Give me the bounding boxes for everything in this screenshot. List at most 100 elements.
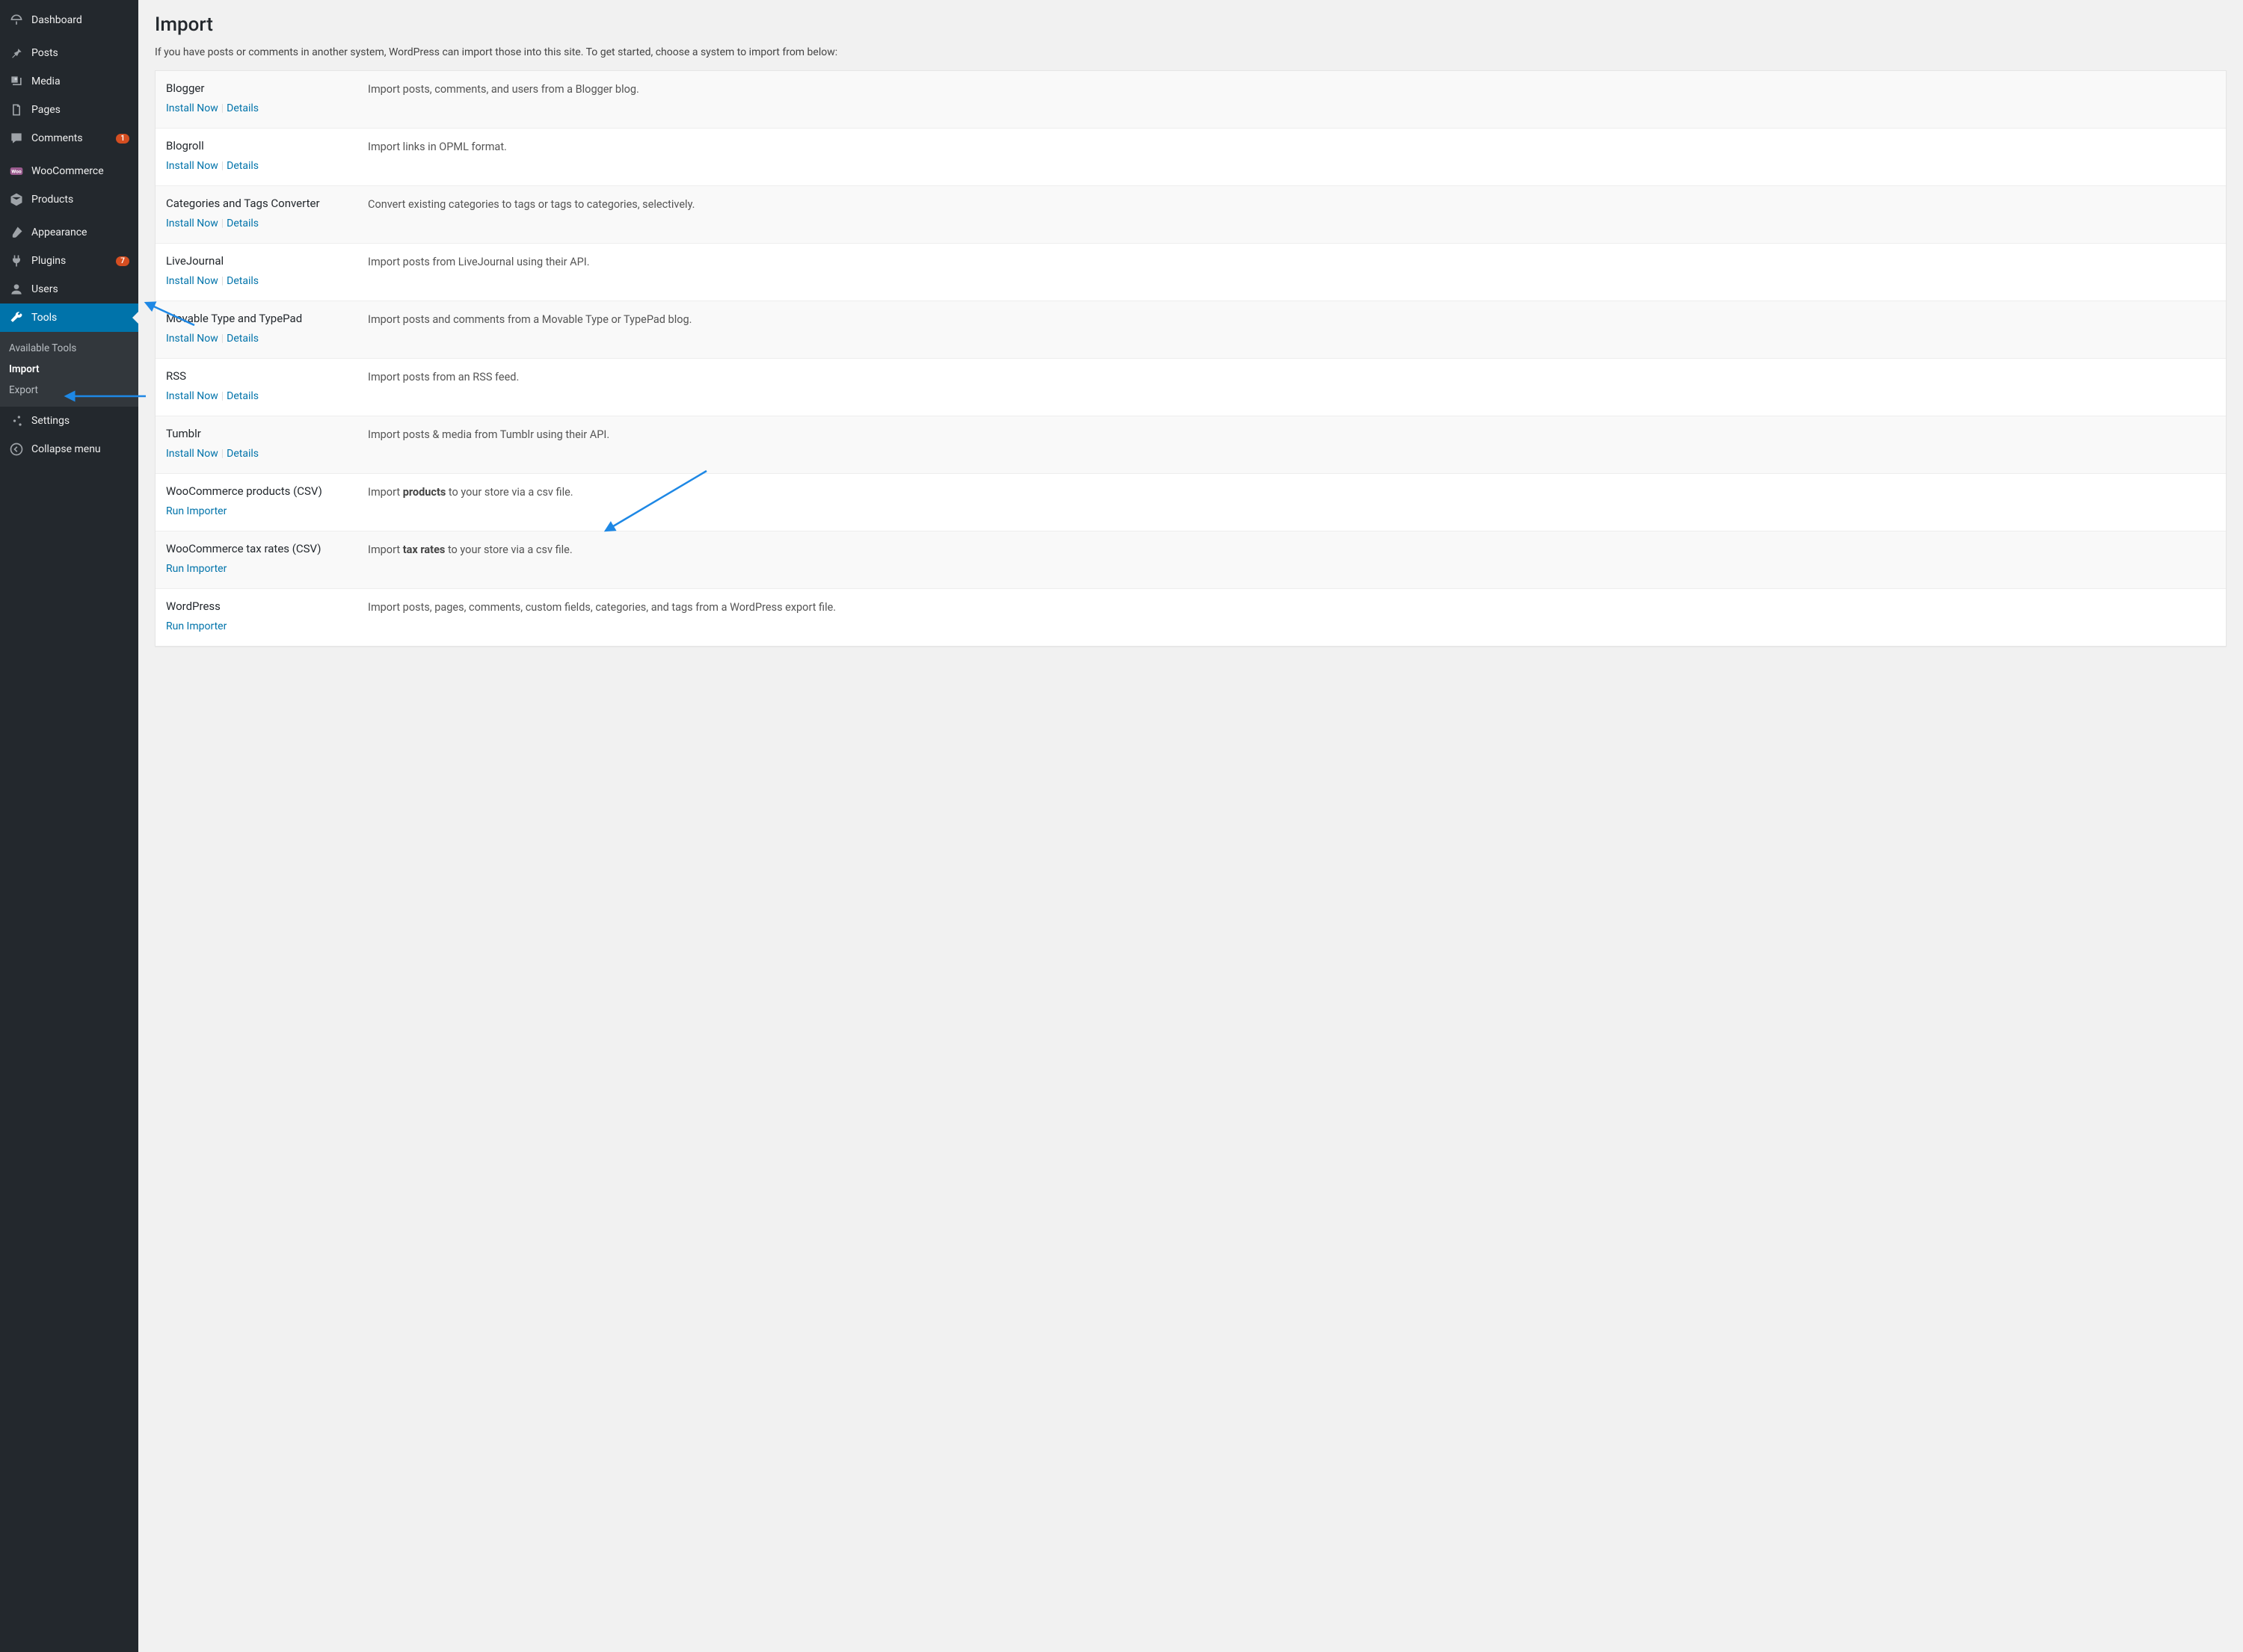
sidebar-item-label: Appearance [31,226,129,238]
sidebar-item-label: Media [31,75,129,87]
sidebar-item-products[interactable]: Products [0,185,138,214]
importer-title: Categories and Tags Converter [166,197,368,210]
importer-title: WordPress [166,600,368,613]
importer-title: WooCommerce tax rates (CSV) [166,542,368,555]
sidebar-item-label: Comments [31,132,113,144]
importer-title: LiveJournal [166,254,368,268]
importer-title: Movable Type and TypePad [166,312,368,325]
importer-row: Blogroll Install Now|DetailsImport links … [156,128,2226,185]
wrench-icon [9,310,24,325]
sliders-icon [9,413,24,428]
run-importer-link[interactable]: Run Importer [166,563,227,575]
sidebar-item-media[interactable]: Media [0,67,138,96]
install-now-link[interactable]: Install Now [166,390,218,402]
woo-icon: Woo [9,164,24,179]
importer-description: Import posts, comments, and users from a… [368,81,2215,114]
details-link[interactable]: Details [227,333,259,345]
submenu-item-import[interactable]: Import [0,359,138,380]
importer-actions: Install Now|Details [166,102,368,114]
sidebar-item-label: Tools [31,312,129,324]
importer-actions: Install Now|Details [166,218,368,229]
importer-actions: Run Importer [166,505,368,517]
sidebar-item-dashboard[interactable]: Dashboard [0,6,138,34]
importer-actions: Install Now|Details [166,160,368,172]
sidebar-item-label: Collapse menu [31,443,129,455]
importer-description: Import links in OPML format. [368,139,2215,172]
box-icon [9,192,24,207]
menu-badge: 7 [116,256,129,266]
importer-title: WooCommerce products (CSV) [166,484,368,498]
sidebar-item-users[interactable]: Users [0,275,138,303]
importer-description: Import posts & media from Tumblr using t… [368,427,2215,460]
comment-icon [9,131,24,146]
sidebar-item-label: Pages [31,104,129,116]
sidebar-item-woocommerce[interactable]: Woo WooCommerce [0,157,138,185]
importer-actions: Install Now|Details [166,333,368,345]
importer-row: WooCommerce tax rates (CSV) Run Importer I… [156,531,2226,588]
run-importer-link[interactable]: Run Importer [166,505,227,517]
brush-icon [9,225,24,240]
sidebar-item-label: Products [31,194,129,206]
collapse-icon [9,442,24,457]
details-link[interactable]: Details [227,102,259,114]
importer-actions: Install Now|Details [166,390,368,402]
importer-description: Import tax rates to your store via a csv… [368,542,2215,575]
sidebar-item-collapse[interactable]: Collapse menu [0,435,138,463]
importer-description: Import posts from LiveJournal using thei… [368,254,2215,287]
importer-description: Import posts and comments from a Movable… [368,312,2215,345]
admin-sidebar: Dashboard Posts Media Pages Comments1 Woo WooC… [0,0,138,1652]
importers-table: BloggerInstall Now|DetailsImport posts, … [155,70,2227,647]
dashboard-icon [9,13,24,28]
importer-row: WooCommerce products (CSV) Run Importer Im… [156,473,2226,531]
importer-row: Movable Type and TypePad Install Now|Deta… [156,300,2226,358]
importer-title: RSS [166,369,368,383]
sidebar-item-settings[interactable]: Settings [0,407,138,435]
sidebar-item-posts[interactable]: Posts [0,39,138,67]
sidebar-item-label: Users [31,283,129,295]
sidebar-item-label: Settings [31,415,129,427]
sidebar-item-plugins[interactable]: Plugins7 [0,247,138,275]
run-importer-link[interactable]: Run Importer [166,620,227,632]
sidebar-item-label: WooCommerce [31,165,129,177]
importer-row: LiveJournal Install Now|DetailsImport pos… [156,243,2226,300]
install-now-link[interactable]: Install Now [166,160,218,172]
media-icon [9,74,24,89]
install-now-link[interactable]: Install Now [166,333,218,345]
importer-row: Categories and Tags Converter Install Now… [156,185,2226,243]
sidebar-item-appearance[interactable]: Appearance [0,218,138,247]
importer-actions: Run Importer [166,563,368,575]
install-now-link[interactable]: Install Now [166,275,218,287]
importer-actions: Install Now|Details [166,448,368,460]
details-link[interactable]: Details [227,218,259,229]
sidebar-item-label: Posts [31,47,129,59]
details-link[interactable]: Details [227,275,259,287]
pin-icon [9,46,24,61]
sidebar-item-label: Plugins [31,255,113,267]
menu-badge: 1 [116,134,129,144]
sidebar-item-pages[interactable]: Pages [0,96,138,124]
install-now-link[interactable]: Install Now [166,448,218,460]
page-title: Import [155,13,2227,36]
importer-title: Tumblr [166,427,368,440]
plug-icon [9,253,24,268]
importer-description: Import posts from an RSS feed. [368,369,2215,402]
svg-text:Woo: Woo [11,169,21,175]
submenu-tools: Available ToolsImportExport [0,332,138,407]
page-intro: If you have posts or comments in another… [155,46,2227,58]
main-content: Import If you have posts or comments in … [138,0,2243,1652]
details-link[interactable]: Details [227,390,259,402]
sidebar-item-tools[interactable]: Tools [0,303,138,332]
importer-row: WordPressRun ImporterImport posts, pages… [156,588,2226,646]
importer-title: Blogroll [166,139,368,152]
importer-description: Convert existing categories to tags or t… [368,197,2215,229]
importer-row: BloggerInstall Now|DetailsImport posts, … [156,71,2226,128]
details-link[interactable]: Details [227,448,259,460]
details-link[interactable]: Details [227,160,259,172]
install-now-link[interactable]: Install Now [166,218,218,229]
sidebar-item-comments[interactable]: Comments1 [0,124,138,152]
importer-description: Import products to your store via a csv … [368,484,2215,517]
importer-actions: Install Now|Details [166,275,368,287]
submenu-item-export[interactable]: Export [0,380,138,401]
install-now-link[interactable]: Install Now [166,102,218,114]
submenu-item-available[interactable]: Available Tools [0,338,138,359]
